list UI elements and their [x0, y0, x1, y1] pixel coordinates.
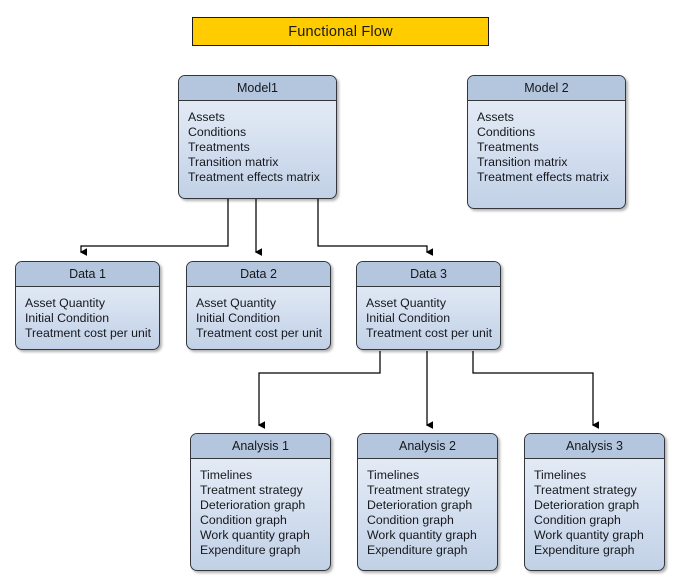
node-analysis2-row: Treatment strategy — [367, 483, 470, 498]
node-analysis1-row: Deterioration graph — [200, 498, 306, 513]
node-analysis1-row: Condition graph — [200, 513, 287, 528]
node-analysis1-row: Timelines — [200, 468, 253, 482]
diagram-canvas: Functional Flow Model1 Assets Conditions… — [0, 0, 675, 579]
node-analysis2-row: Expenditure graph — [367, 543, 468, 558]
diagram-title-banner: Functional Flow — [192, 17, 489, 46]
node-model1[interactable]: Model1 Assets Conditions Treatments Tran… — [178, 75, 337, 199]
node-data1-row: Treatment cost per unit — [25, 326, 151, 341]
node-analysis3-row: Treatment strategy — [534, 483, 637, 498]
edge-model1-data3 — [317, 198, 434, 256]
node-data2-row: Asset Quantity — [196, 296, 276, 310]
node-analysis1-body: Timelines Treatment strategy Deteriorati… — [191, 459, 330, 559]
node-model1-row: Transition matrix — [188, 155, 279, 170]
node-analysis1-row: Expenditure graph — [200, 543, 301, 558]
node-data2-row: Treatment cost per unit — [196, 326, 322, 341]
node-model2-row: Conditions — [477, 125, 536, 140]
node-data2-row: Initial Condition — [196, 311, 281, 326]
node-analysis1[interactable]: Analysis 1 Timelines Treatment strategy … — [190, 433, 331, 571]
node-model1-body: Assets Conditions Treatments Transition … — [179, 101, 336, 185]
edge-data3-analysis1 — [257, 351, 381, 429]
node-analysis2-row: Condition graph — [367, 513, 454, 528]
node-analysis2[interactable]: Analysis 2 Timelines Treatment strategy … — [357, 433, 498, 571]
node-analysis2-row: Timelines — [367, 468, 420, 482]
node-analysis1-header: Analysis 1 — [191, 434, 330, 459]
node-data1-title: Data 1 — [69, 267, 106, 281]
node-analysis3-row: Timelines — [534, 468, 587, 482]
node-analysis1-title: Analysis 1 — [232, 439, 289, 453]
node-data2-header: Data 2 — [187, 262, 330, 287]
node-model2-row: Treatments — [477, 140, 539, 155]
node-analysis3-header: Analysis 3 — [525, 434, 664, 459]
node-data3[interactable]: Data 3 Asset Quantity Initial Condition … — [356, 261, 501, 350]
node-data2-title: Data 2 — [240, 267, 277, 281]
node-model2-row: Treatment effects matrix — [477, 170, 609, 185]
node-model1-row: Conditions — [188, 125, 247, 140]
node-model2-title: Model 2 — [524, 81, 569, 95]
node-model1-row: Treatments — [188, 140, 250, 155]
node-analysis1-row: Work quantity graph — [200, 528, 310, 543]
diagram-title: Functional Flow — [288, 23, 393, 40]
node-analysis3-title: Analysis 3 — [566, 439, 623, 453]
node-data2[interactable]: Data 2 Asset Quantity Initial Condition … — [186, 261, 331, 350]
node-data3-header: Data 3 — [357, 262, 500, 287]
node-data3-title: Data 3 — [410, 267, 447, 281]
node-analysis3-row: Condition graph — [534, 513, 621, 528]
node-analysis3[interactable]: Analysis 3 Timelines Treatment strategy … — [524, 433, 665, 571]
node-data3-row: Treatment cost per unit — [366, 326, 492, 341]
node-analysis1-row: Treatment strategy — [200, 483, 303, 498]
node-data1-body: Asset Quantity Initial Condition Treatme… — [16, 287, 159, 341]
node-data1-header: Data 1 — [16, 262, 159, 287]
node-data1-row: Initial Condition — [25, 311, 110, 326]
node-model1-row: Treatment effects matrix — [188, 170, 320, 185]
node-model2-header: Model 2 — [468, 76, 625, 101]
node-data2-body: Asset Quantity Initial Condition Treatme… — [187, 287, 330, 341]
node-analysis3-row: Work quantity graph — [534, 528, 644, 543]
edge-data3-analysis3 — [472, 351, 600, 429]
node-data3-body: Asset Quantity Initial Condition Treatme… — [357, 287, 500, 341]
node-model2-body: Assets Conditions Treatments Transition … — [468, 101, 625, 185]
node-analysis3-row: Deterioration graph — [534, 498, 640, 513]
node-model2-row: Assets — [477, 110, 514, 124]
node-data3-row: Initial Condition — [366, 311, 451, 326]
node-analysis2-body: Timelines Treatment strategy Deteriorati… — [358, 459, 497, 559]
node-analysis2-row: Deterioration graph — [367, 498, 473, 513]
node-analysis2-row: Work quantity graph — [367, 528, 477, 543]
node-analysis3-row: Expenditure graph — [534, 543, 635, 558]
node-model1-header: Model1 — [179, 76, 336, 101]
edge-model1-data1 — [79, 198, 229, 256]
node-model2-row: Transition matrix — [477, 155, 568, 170]
node-analysis3-body: Timelines Treatment strategy Deteriorati… — [525, 459, 664, 559]
node-data1[interactable]: Data 1 Asset Quantity Initial Condition … — [15, 261, 160, 350]
node-analysis2-header: Analysis 2 — [358, 434, 497, 459]
node-data3-row: Asset Quantity — [366, 296, 446, 310]
node-model1-row: Assets — [188, 110, 225, 124]
node-model2[interactable]: Model 2 Assets Conditions Treatments Tra… — [467, 75, 626, 209]
node-data1-row: Asset Quantity — [25, 296, 105, 310]
node-analysis2-title: Analysis 2 — [399, 439, 456, 453]
node-model1-title: Model1 — [237, 81, 278, 95]
